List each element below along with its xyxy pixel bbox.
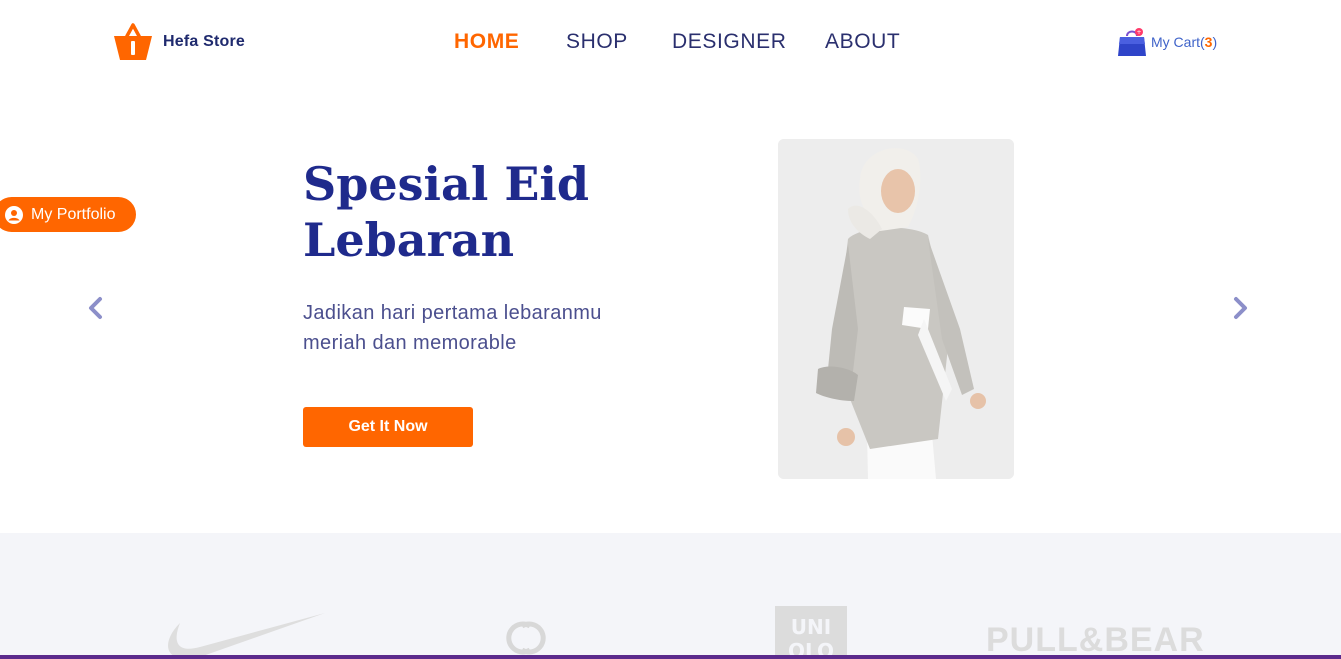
nav-designer[interactable]: DESIGNER — [672, 28, 787, 56]
nav-about[interactable]: ABOUT — [825, 28, 900, 56]
nav-shop[interactable]: SHOP — [566, 28, 628, 56]
carousel-prev-button[interactable] — [86, 296, 106, 320]
nike-logo — [168, 613, 325, 659]
svg-text:+: + — [1136, 29, 1141, 36]
carousel-next-button[interactable] — [1230, 296, 1250, 320]
nav-home[interactable]: HOME — [454, 28, 519, 56]
brand-logos-strip: UNI QLO PULL&BEAR — [0, 533, 1341, 659]
user-circle-icon — [5, 205, 23, 224]
bottom-bar — [0, 655, 1341, 659]
hero-title: Spesial Eid Lebaran — [303, 157, 590, 267]
svg-text:UNI: UNI — [791, 615, 831, 639]
shopping-bag-icon: + — [1118, 28, 1146, 56]
my-portfolio-label: My Portfolio — [31, 205, 116, 223]
chanel-logo — [506, 621, 546, 655]
pull-and-bear-logo: PULL&BEAR — [986, 621, 1205, 659]
cart-label: My Cart(3) — [1151, 34, 1218, 50]
site-header: Hefa Store HOME SHOP DESIGNER ABOUT + My… — [0, 0, 1341, 84]
uniqlo-logo: UNI QLO — [775, 606, 847, 659]
cart-link[interactable]: + My Cart(3) — [1116, 26, 1217, 58]
chevron-left-icon — [89, 297, 102, 319]
hero-product-image — [778, 139, 1014, 479]
hero-subtitle: Jadikan hari pertama lebaranmu meriah da… — [303, 302, 602, 354]
get-it-now-button[interactable]: Get It Now — [303, 407, 473, 447]
chevron-right-icon — [1234, 297, 1247, 319]
my-portfolio-button[interactable]: My Portfolio — [0, 197, 136, 232]
